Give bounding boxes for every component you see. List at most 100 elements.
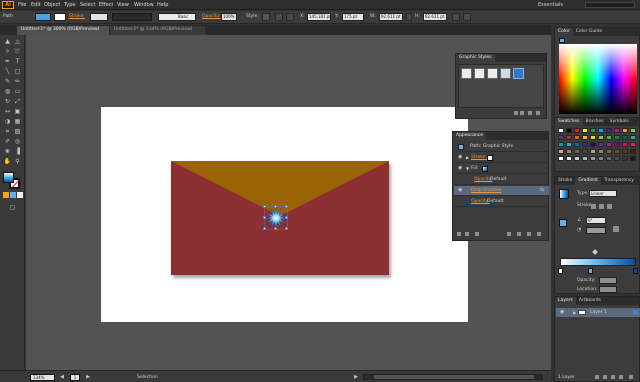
artboard-number-field[interactable]: 1 [70, 374, 80, 381]
style-swatch[interactable] [461, 68, 472, 79]
tab-gradient[interactable]: Gradient [575, 177, 601, 185]
paintbrush-tool-icon[interactable]: ✎ [3, 77, 12, 86]
expand-arrow-icon[interactable]: ▶ [573, 308, 576, 317]
eye-icon[interactable]: ◉ [560, 310, 566, 315]
color-swatch[interactable] [606, 142, 612, 147]
align-icon[interactable] [286, 13, 294, 21]
drop-shadow-row[interactable]: ◉ Drop Shadow fx [454, 186, 549, 196]
stop-location-field[interactable] [599, 286, 617, 293]
tab-color-guide[interactable]: Color Guide [573, 28, 605, 36]
color-swatch[interactable] [558, 142, 564, 147]
tab-untitled-1[interactable]: Untitled-1* @ 300% (RGB/Preview) [17, 26, 109, 35]
menu-help[interactable]: Help [157, 2, 168, 8]
color-swatch[interactable] [574, 135, 580, 140]
color-swatch[interactable] [622, 156, 628, 161]
fill-opacity-row[interactable]: Opacity: Default [454, 175, 549, 185]
next-artboard-icon[interactable]: ▶ [84, 373, 92, 381]
rotate-tool-icon[interactable]: ↻ [3, 97, 12, 106]
new-style-icon[interactable] [528, 111, 532, 115]
tab-brushes[interactable]: Brushes [583, 118, 607, 126]
color-swatch[interactable] [582, 135, 588, 140]
eye-icon[interactable]: ◉ [458, 188, 464, 193]
scale-tool-icon[interactable]: ⤢ [13, 97, 22, 106]
tab-layers[interactable]: Layers [555, 297, 576, 305]
color-swatch[interactable] [614, 156, 620, 161]
layer-name[interactable]: Layer 1 [590, 308, 607, 317]
menu-window[interactable]: Window [134, 2, 154, 8]
color-swatch[interactable] [566, 128, 572, 133]
opacity-field[interactable]: 100% [221, 13, 237, 21]
style-swatch[interactable] [474, 68, 485, 79]
tab-color[interactable]: Color [555, 28, 573, 36]
selection-handle[interactable] [274, 205, 277, 208]
tab-stroke[interactable]: Stroke [555, 177, 575, 185]
color-mode-icon[interactable] [3, 192, 9, 198]
tab-appearance[interactable]: Appearance [453, 132, 487, 140]
reverse-gradient-icon[interactable] [613, 226, 619, 232]
color-swatch[interactable] [630, 135, 636, 140]
color-swatch[interactable] [606, 149, 612, 154]
selection-tool-icon[interactable]: ▲ [3, 37, 12, 46]
color-swatch[interactable] [574, 142, 580, 147]
panel-menu-icon[interactable] [463, 13, 471, 21]
graph-tool-icon[interactable]: ▐ [13, 147, 22, 156]
workspace-switcher[interactable]: Essentials [538, 2, 580, 8]
color-swatch[interactable] [606, 135, 612, 140]
gradient-stop[interactable] [588, 268, 593, 274]
eye-icon[interactable]: ◉ [458, 166, 464, 171]
fill-swatch-mini[interactable] [559, 38, 565, 43]
tab-untitled-2[interactable]: Untitled-2* @ 134% (RGB/Preview) [110, 26, 205, 35]
selection-handle[interactable] [263, 216, 266, 219]
stroke-gradient-icon[interactable] [599, 204, 604, 209]
document-setup-icon[interactable] [275, 13, 283, 21]
none-mode-icon[interactable] [17, 192, 23, 198]
y-field[interactable]: 175 pt [342, 13, 364, 21]
clear-appearance-icon[interactable] [507, 232, 511, 236]
color-swatch[interactable] [614, 128, 620, 133]
color-swatch[interactable] [606, 128, 612, 133]
expand-arrow-icon[interactable]: ▼ [466, 164, 469, 174]
color-swatch[interactable] [566, 142, 572, 147]
menu-edit[interactable]: Edit [31, 2, 41, 8]
menu-type[interactable]: Type [64, 2, 75, 8]
fill-stroke-mini[interactable] [559, 219, 567, 227]
first-artboard-icon[interactable]: ◀ [58, 373, 66, 381]
locate-object-icon[interactable] [595, 375, 599, 379]
tab-swatches[interactable]: Swatches [555, 118, 583, 126]
hand-tool-icon[interactable]: ✋ [3, 157, 12, 166]
color-swatch[interactable] [574, 128, 580, 133]
delete-icon[interactable] [537, 232, 541, 236]
horizontal-scrollbar[interactable] [363, 374, 543, 380]
color-swatch[interactable] [590, 128, 596, 133]
eye-icon[interactable]: ◉ [458, 155, 464, 160]
stop-opacity-field[interactable] [599, 277, 617, 284]
color-swatch[interactable] [582, 149, 588, 154]
color-swatch[interactable] [622, 135, 628, 140]
gradient-tool-icon[interactable]: ▧ [13, 127, 22, 136]
color-swatch[interactable] [630, 149, 636, 154]
stroke-weight-field[interactable] [90, 13, 108, 21]
color-swatch[interactable] [630, 128, 636, 133]
color-swatch[interactable] [622, 149, 628, 154]
color-swatch[interactable] [558, 149, 564, 154]
transform-icon[interactable] [452, 13, 460, 21]
gradient-thumbnail[interactable] [559, 189, 569, 199]
menu-object[interactable]: Object [44, 2, 60, 8]
tab-symbols[interactable]: Symbols [607, 118, 632, 126]
gradient-ramp[interactable] [560, 258, 636, 266]
selection-handle[interactable] [263, 227, 266, 230]
symbol-sprayer-tool-icon[interactable]: ❀ [3, 147, 12, 156]
color-swatch[interactable] [574, 149, 580, 154]
color-swatch[interactable] [566, 135, 572, 140]
color-swatch[interactable] [590, 135, 596, 140]
free-transform-tool-icon[interactable]: ▣ [13, 107, 22, 116]
fx-icon[interactable]: fx [540, 186, 544, 196]
selection-handle[interactable] [285, 205, 288, 208]
line-tool-icon[interactable]: ╲ [3, 67, 12, 76]
color-swatch[interactable] [598, 156, 604, 161]
color-swatch[interactable] [574, 156, 580, 161]
w-field[interactable]: 92.611 pt [379, 13, 403, 21]
reduce-basic-icon[interactable] [517, 232, 521, 236]
x-field[interactable]: 145.181 pt [307, 13, 331, 21]
search-input[interactable] [585, 2, 635, 8]
